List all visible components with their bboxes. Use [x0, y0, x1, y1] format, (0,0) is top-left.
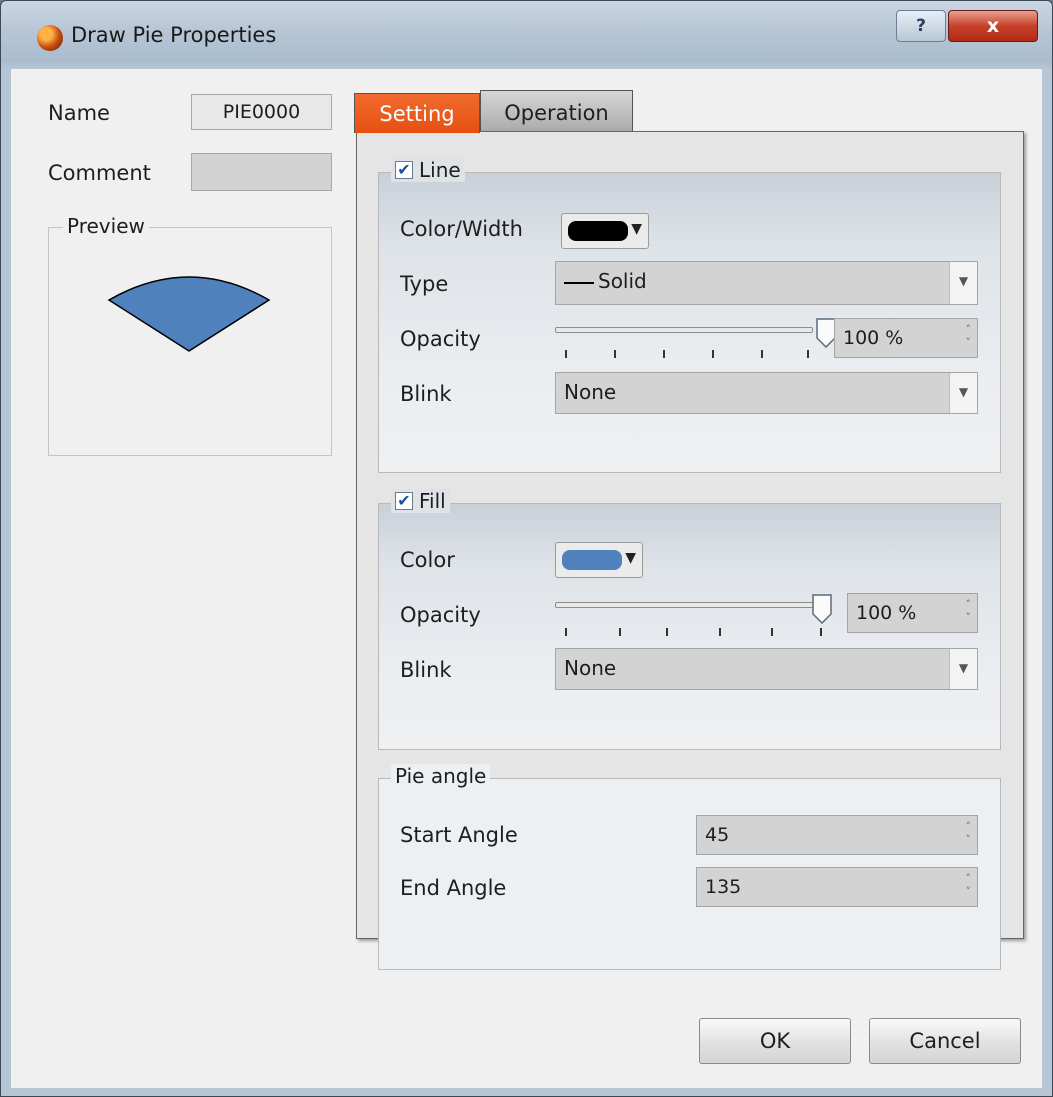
app-icon [37, 25, 63, 51]
line-color-width-label: Color/Width [400, 217, 523, 241]
fill-section: ✔ Fill Color ▼ Opacity 100 % ˄ ˅ Blink N… [378, 489, 1001, 750]
end-angle-value: 135 [705, 876, 742, 898]
line-section-title: ✔ Line [391, 158, 465, 182]
spin-arrows-icon[interactable]: ˄ ˅ [966, 323, 972, 349]
line-opacity-slider-track[interactable] [555, 327, 813, 333]
fill-checkbox[interactable]: ✔ [395, 492, 413, 510]
dialog-client: Name PIE0000 Comment Preview Operation S… [11, 69, 1042, 1088]
start-angle-value: 45 [705, 824, 730, 846]
line-color-picker[interactable]: ▼ [561, 213, 649, 249]
title-bar[interactable]: Draw Pie Properties ? x [1, 1, 1052, 69]
slider-tick [712, 350, 714, 358]
line-type-dropdown[interactable]: Solid ▼ [555, 261, 978, 305]
pie-angle-section: Pie angle Start Angle 45 ˄ ˅ End Angle 13… [378, 764, 1001, 970]
chevron-down-icon[interactable]: ▼ [949, 649, 977, 689]
cancel-button[interactable]: Cancel [869, 1018, 1021, 1064]
tab-setting[interactable]: Setting [354, 93, 480, 133]
fill-color-picker[interactable]: ▼ [555, 542, 643, 578]
fill-blink-value: None [564, 656, 617, 680]
fill-opacity-spinbox[interactable]: 100 % ˄ ˅ [847, 593, 978, 633]
line-color-swatch [568, 221, 628, 241]
fill-title: Fill [419, 489, 446, 513]
comment-label: Comment [48, 161, 151, 185]
slider-tick [565, 628, 567, 636]
slider-tick [619, 628, 621, 636]
fill-color-swatch [562, 550, 622, 570]
line-opacity-value: 100 % [843, 327, 904, 349]
tab-operation[interactable]: Operation [480, 90, 633, 133]
ok-button[interactable]: OK [699, 1018, 851, 1064]
pie-angle-title: Pie angle [391, 764, 491, 788]
name-field[interactable]: PIE0000 [191, 94, 332, 130]
pie-preview [107, 276, 271, 352]
spin-arrows-icon[interactable]: ˄ ˅ [966, 872, 972, 898]
spin-arrows-icon[interactable]: ˄ ˅ [966, 820, 972, 846]
line-opacity-spinbox[interactable]: 100 % ˄ ˅ [834, 318, 978, 358]
setting-panel: ✔ Line Color/Width ▼ Type Solid ▼ Opacit… [356, 131, 1024, 970]
chevron-down-icon: ▼ [631, 221, 642, 237]
slider-tick [565, 350, 567, 358]
start-angle-label: Start Angle [400, 823, 518, 847]
spin-arrows-icon[interactable]: ˄ ˅ [966, 598, 972, 624]
fill-opacity-value: 100 % [856, 602, 917, 624]
fill-opacity-slider-track[interactable] [555, 602, 825, 608]
line-type-value: Solid [598, 269, 647, 293]
line-type-label: Type [400, 272, 449, 296]
end-angle-spinbox[interactable]: 135 ˄ ˅ [696, 867, 978, 907]
close-button[interactable]: x [948, 10, 1038, 42]
fill-section-title: ✔ Fill [391, 489, 450, 513]
line-blink-value: None [564, 380, 617, 404]
pie-shape [107, 276, 271, 352]
solid-line-icon [564, 281, 594, 284]
dialog-window: Draw Pie Properties ? x Name PIE0000 Com… [0, 0, 1053, 1097]
slider-tick [614, 350, 616, 358]
start-angle-spinbox[interactable]: 45 ˄ ˅ [696, 815, 978, 855]
name-label: Name [48, 101, 110, 125]
chevron-down-icon[interactable]: ▼ [949, 373, 977, 413]
window-title: Draw Pie Properties [71, 23, 277, 47]
end-angle-label: End Angle [400, 876, 507, 900]
chevron-down-icon: ▼ [625, 550, 636, 566]
line-checkbox[interactable]: ✔ [395, 161, 413, 179]
line-blink-dropdown[interactable]: None ▼ [555, 372, 978, 414]
preview-group: Preview [48, 214, 332, 456]
slider-tick [761, 350, 763, 358]
slider-tick [663, 350, 665, 358]
slider-tick [807, 350, 809, 358]
comment-field[interactable] [191, 153, 332, 191]
line-blink-label: Blink [400, 382, 452, 406]
fill-opacity-slider-thumb[interactable] [811, 594, 833, 624]
slider-tick [820, 628, 822, 636]
slider-tick [666, 628, 668, 636]
line-opacity-label: Opacity [400, 327, 481, 351]
slider-tick [719, 628, 721, 636]
fill-opacity-label: Opacity [400, 603, 481, 627]
chevron-down-icon[interactable]: ▼ [949, 262, 977, 304]
help-button[interactable]: ? [896, 10, 946, 42]
fill-blink-label: Blink [400, 658, 452, 682]
line-title: Line [419, 158, 461, 182]
line-section: ✔ Line Color/Width ▼ Type Solid ▼ Opacit… [378, 158, 1001, 473]
slider-tick [771, 628, 773, 636]
fill-blink-dropdown[interactable]: None ▼ [555, 648, 978, 690]
fill-color-label: Color [400, 548, 455, 572]
